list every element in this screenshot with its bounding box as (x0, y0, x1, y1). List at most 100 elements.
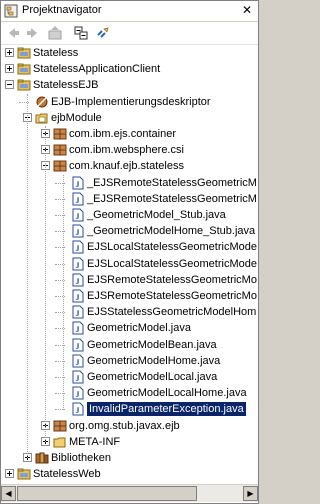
tree-item[interactable]: J GeometricModelLocalHome.java (1, 385, 258, 401)
collapse-toggle-icon[interactable] (5, 80, 14, 90)
tree-item[interactable]: META-INF (1, 434, 258, 450)
java-file-icon: J (72, 370, 84, 384)
svg-text:J: J (76, 228, 80, 237)
tree-item[interactable]: J _EJSRemoteStatelessGeometricM (1, 191, 258, 207)
view-title: Projektnavigator (22, 4, 102, 16)
tree-item-label: EJSLocalStatelessGeometricMode (87, 241, 257, 254)
navigator-toolbar (1, 22, 258, 45)
tree-item-label: _GeometricModelHome_Stub.java (87, 225, 256, 238)
scroll-right-button[interactable]: ▶ (243, 486, 258, 501)
tree-item-label: StatelessEJB (33, 79, 99, 92)
svg-text:J: J (76, 374, 80, 383)
tree-item[interactable]: org.omg.stub.javax.ejb (1, 418, 258, 434)
tree-item-label: EJSRemoteStatelessGeometricMo (87, 290, 257, 302)
library-icon (35, 452, 49, 464)
tree-item-label: _GeometricModel_Stub.java (87, 209, 226, 221)
title-bar: Projektnavigator ✕ (1, 1, 258, 22)
tree-item[interactable]: Stateless (1, 45, 258, 61)
tree-item[interactable]: EJB-Implementierungsdeskriptor (1, 94, 258, 110)
collapse-all-icon[interactable] (73, 25, 89, 41)
tree-item-label: EJSRemoteStatelessGeometricMo (87, 273, 257, 286)
java-file-icon: J (72, 192, 84, 206)
tree-item[interactable]: Bibliotheken (1, 450, 258, 466)
tree-item[interactable]: J _GeometricModel_Stub.java (1, 207, 258, 223)
tree-item-label: StatelessWeb (33, 468, 101, 481)
project-icon (17, 63, 31, 75)
tree-item[interactable]: com.ibm.ejs.container (1, 126, 258, 142)
scroll-left-button[interactable]: ◀ (1, 486, 16, 501)
java-file-icon: J (72, 257, 84, 271)
java-file-icon: J (72, 176, 84, 190)
tree-item[interactable]: J GeometricModel.java (1, 320, 258, 336)
tree-item-label: Bibliotheken (51, 452, 111, 464)
tree-item-label: com.ibm.ejs.container (69, 128, 176, 140)
tree-item[interactable]: J GeometricModelLocal.java (1, 369, 258, 385)
tree-connector (45, 126, 47, 442)
tree-item-label: GeometricModelLocal.java (87, 371, 218, 383)
project-icon (17, 47, 31, 59)
project-navigator-window: Projektnavigator ✕ Stateless StatelessApp… (0, 0, 259, 504)
forward-arrow-icon[interactable] (25, 25, 41, 41)
tree-item-label: GeometricModelHome.java (87, 354, 221, 367)
tree-item-label: com.ibm.websphere.csi (69, 144, 184, 157)
java-file-icon: J (72, 208, 84, 222)
scrollbar-thumb[interactable] (17, 486, 197, 501)
tree-item[interactable]: J EJSLocalStatelessGeometricMode (1, 256, 258, 272)
svg-text:J: J (76, 342, 80, 351)
horizontal-scrollbar[interactable]: ◀ ▶ (1, 484, 258, 502)
tree-item[interactable]: com.knauf.ejb.stateless (1, 158, 258, 174)
tree-connector (55, 409, 65, 411)
tree-item[interactable]: J EJSLocalStatelessGeometricMode (1, 239, 258, 255)
svg-text:J: J (76, 196, 80, 205)
tree-item[interactable]: J InvalidParameterException.java (1, 401, 258, 417)
project-icon (17, 468, 31, 480)
tree-item-label: InvalidParameterException.java (87, 402, 246, 417)
tree-item[interactable]: StatelessWeb (1, 466, 258, 482)
tree-item-label: Stateless (33, 47, 79, 59)
tree-item[interactable]: J EJSStatelessGeometricModelHom (1, 304, 258, 320)
svg-text:J: J (76, 277, 80, 286)
project-icon (17, 79, 31, 91)
tree-item-label: ejbModule (51, 111, 102, 124)
svg-text:J: J (76, 293, 80, 302)
package-icon (53, 144, 67, 156)
tree-item[interactable]: J GeometricModelBean.java (1, 337, 258, 353)
expand-toggle-icon[interactable] (5, 469, 14, 479)
project-tree[interactable]: Stateless StatelessApplicationClient State… (1, 45, 258, 482)
java-file-icon: J (72, 354, 84, 368)
svg-text:J: J (76, 212, 80, 221)
tree-item[interactable]: J EJSRemoteStatelessGeometricMo (1, 288, 258, 304)
tree-item[interactable]: ejbModule (1, 110, 258, 126)
svg-text:J: J (76, 244, 80, 253)
expand-toggle-icon[interactable] (5, 64, 14, 74)
close-view-button[interactable]: ✕ (240, 3, 254, 17)
tree-item[interactable]: StatelessApplicationClient (1, 61, 258, 77)
source-folder-icon (35, 113, 48, 124)
tree-item[interactable]: com.ibm.websphere.csi (1, 142, 258, 158)
svg-text:J: J (76, 261, 80, 270)
tree-item-label: META-INF (69, 435, 121, 448)
tree-item[interactable]: StatelessEJB (1, 77, 258, 93)
tree-item-label: _EJSRemoteStatelessGeometricM (87, 176, 257, 189)
java-file-icon: J (72, 273, 84, 287)
expand-toggle-icon[interactable] (5, 48, 14, 57)
tree-item[interactable]: J _EJSRemoteStatelessGeometricM (1, 175, 258, 191)
package-icon (53, 128, 67, 140)
package-icon (53, 420, 67, 432)
navigator-view-icon (4, 4, 18, 18)
link-editor-icon[interactable] (95, 25, 111, 41)
tree-item[interactable]: J _GeometricModelHome_Stub.java (1, 223, 258, 239)
up-folder-icon[interactable] (47, 25, 63, 41)
svg-text:J: J (76, 309, 80, 318)
java-file-icon: J (72, 305, 84, 319)
tree-connector (27, 93, 29, 459)
tree-connector (63, 174, 65, 410)
back-arrow-icon[interactable] (5, 25, 21, 41)
svg-text:J: J (76, 180, 80, 189)
tree-item-label: GeometricModelLocalHome.java (87, 387, 247, 400)
tree-item[interactable]: J GeometricModelHome.java (1, 353, 258, 369)
tree-item[interactable]: J EJSRemoteStatelessGeometricMo (1, 272, 258, 288)
java-file-icon: J (72, 321, 84, 335)
java-file-icon: J (72, 402, 84, 416)
svg-text:J: J (76, 358, 80, 367)
